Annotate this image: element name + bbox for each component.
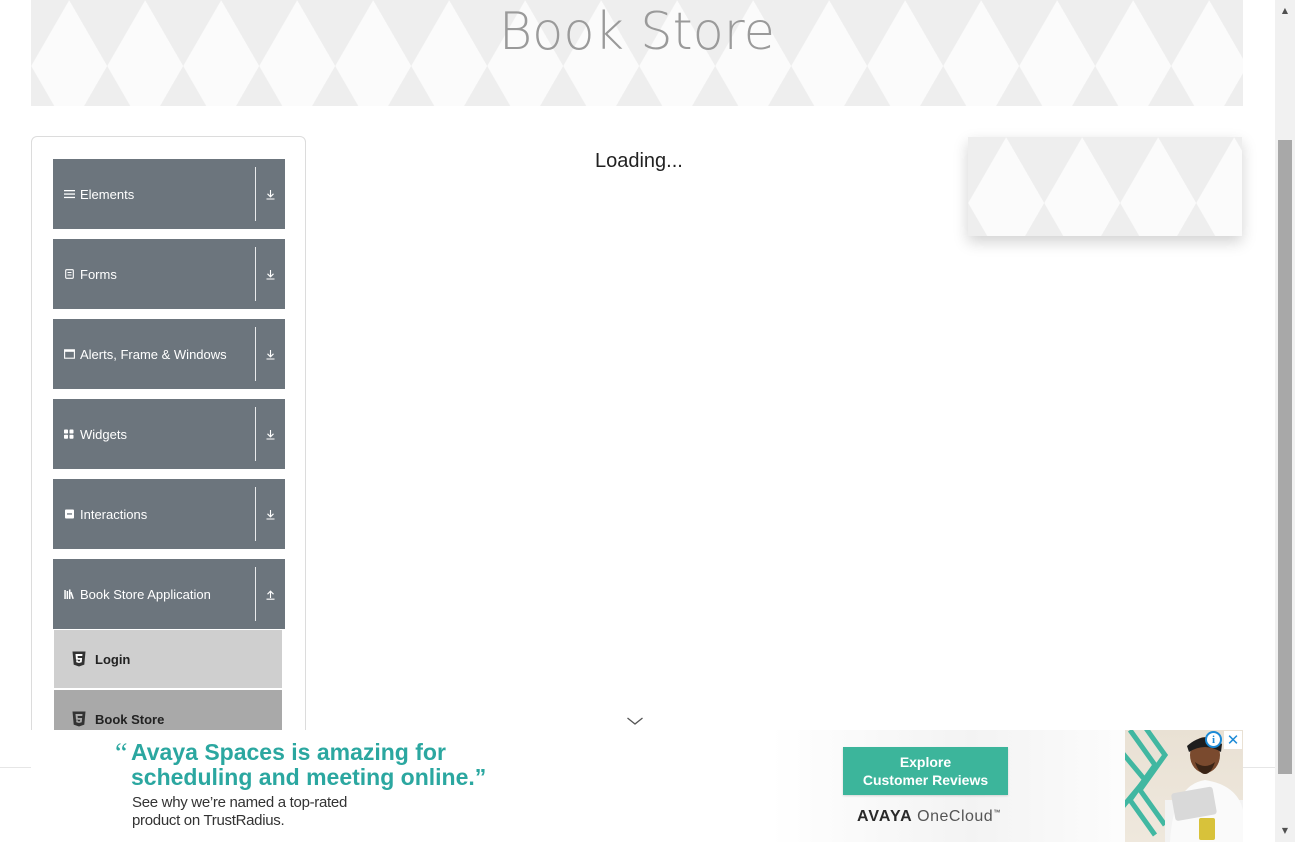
sub-item-login[interactable]: Login <box>54 630 282 688</box>
divider <box>255 167 256 221</box>
ad-subtext-line2: product on TrustRadius. <box>132 812 285 829</box>
upload-arrow-icon[interactable] <box>256 559 285 629</box>
ad-headline-line2: scheduling and meeting online.” <box>131 764 487 790</box>
widgets-icon <box>63 428 75 440</box>
divider <box>255 567 256 621</box>
nav-group-elements[interactable]: Elements <box>53 159 285 229</box>
divider <box>255 247 256 301</box>
ad-headline: Avaya Spaces is amazing for scheduling a… <box>131 740 521 790</box>
nav-group-alerts-frame-windows[interactable]: Alerts, Frame & Windows <box>53 319 285 389</box>
ad-info-icon[interactable]: i <box>1205 731 1222 748</box>
scroll-up-icon[interactable]: ▲ <box>1275 2 1295 20</box>
brand-logo: AVAYA OneCloud™ <box>857 808 1000 826</box>
cta-line2: Customer Reviews <box>862 772 989 788</box>
nav-group-widgets[interactable]: Widgets <box>53 399 285 469</box>
form-icon <box>63 268 75 280</box>
trademark: ™ <box>993 809 1001 817</box>
sub-item-label: Login <box>95 651 131 667</box>
page-header-banner: Book Store <box>31 0 1243 106</box>
nav-group-interactions[interactable]: Interactions <box>53 479 285 549</box>
quote-mark: “ <box>115 738 128 769</box>
sub-item-label: Book Store <box>95 711 165 727</box>
books-icon <box>63 588 75 600</box>
side-ad-banner <box>968 137 1242 236</box>
download-arrow-icon[interactable] <box>256 319 285 389</box>
html5-icon <box>72 711 86 727</box>
html5-icon <box>72 651 86 667</box>
download-arrow-icon[interactable] <box>256 399 285 469</box>
brand-product: OneCloud <box>917 808 994 825</box>
nav-group-label: Elements <box>80 186 135 202</box>
download-arrow-icon[interactable] <box>256 479 285 549</box>
menu-icon <box>63 188 75 200</box>
loading-indicator: Loading... <box>595 150 683 172</box>
download-arrow-icon[interactable] <box>256 159 285 229</box>
window-icon <box>63 348 75 360</box>
ad-subtext-line1: See why we’re named a top-rated <box>132 794 347 811</box>
download-arrow-icon[interactable] <box>256 239 285 309</box>
ad-close-icon[interactable]: ✕ <box>1224 731 1242 749</box>
page-title: Book Store <box>498 2 776 62</box>
brand-name: AVAYA <box>857 808 913 825</box>
nav-group-book-store-application[interactable]: Book Store Application <box>53 559 285 629</box>
interactions-icon <box>63 508 75 520</box>
divider <box>255 407 256 461</box>
vertical-scrollbar[interactable]: ▲ ▼ <box>1275 0 1295 842</box>
chevron-down-icon[interactable] <box>626 712 644 725</box>
scroll-down-icon[interactable]: ▼ <box>1275 822 1295 840</box>
divider <box>255 487 256 541</box>
nav-group-label: Widgets <box>80 426 127 442</box>
ad-headline-line1: Avaya Spaces is amazing for <box>131 739 446 765</box>
divider <box>255 327 256 381</box>
left-nav-panel: Elements Forms Alerts, Frame & Windows W… <box>31 136 306 778</box>
cta-line1: Explore <box>899 754 952 770</box>
nav-group-label: Book Store Application <box>80 586 211 602</box>
explore-reviews-button[interactable]: Explore Customer Reviews <box>843 747 1008 795</box>
nav-group-label: Forms <box>80 266 117 282</box>
nav-group-label: Alerts, Frame & Windows <box>80 346 227 362</box>
nav-group-forms[interactable]: Forms <box>53 239 285 309</box>
scrollbar-thumb[interactable] <box>1278 140 1292 774</box>
ad-subtext: See why we’re named a top-rated product … <box>132 794 402 830</box>
nav-group-label: Interactions <box>80 506 148 522</box>
ad-banner[interactable]: Avaya Spaces is amazing for scheduling a… <box>31 730 1243 842</box>
